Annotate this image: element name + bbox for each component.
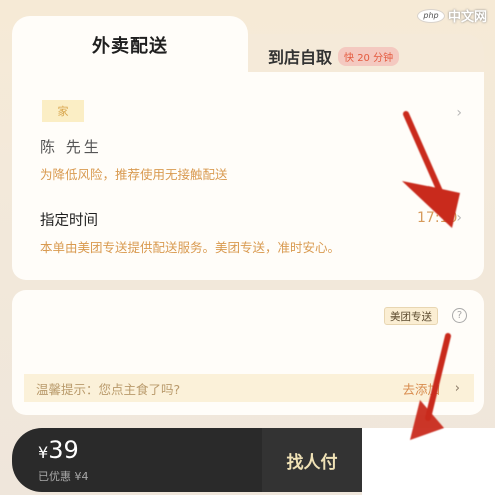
delivery-service-note: 本单由美团专送提供配送服务。美团专送，准时安心。 <box>40 240 341 255</box>
currency-symbol: ¥ <box>38 443 49 462</box>
total-price: ¥39 <box>38 436 79 464</box>
tab-pickup-label: 到店自取 <box>268 48 333 67</box>
delivery-mode-tabs: 到店自取 快 20 分钟 外卖配送 <box>12 16 484 92</box>
price-value: 39 <box>48 436 79 464</box>
help-icon[interactable]: ? <box>452 308 467 323</box>
watermark-logo: php <box>416 8 445 23</box>
tab-delivery-label: 外卖配送 <box>92 36 168 57</box>
address-tag: 家 <box>42 100 84 122</box>
pickup-speed-badge: 快 20 分钟 <box>338 46 400 66</box>
reminder-chevron-icon: › <box>454 380 460 396</box>
watermark-text: 中文网 <box>447 10 487 25</box>
ask-friend-pay-button[interactable]: 找人付 <box>262 428 362 492</box>
delivery-brand-badge: 美团专送 <box>384 307 438 325</box>
add-staple-link[interactable]: 去添加 <box>402 379 440 398</box>
reminder-text: 温馨提示：您点主食了吗? <box>36 381 181 397</box>
address-chevron-icon[interactable]: › <box>456 105 462 121</box>
schedule-chevron-icon[interactable]: › <box>456 210 462 226</box>
staple-food-reminder[interactable]: 温馨提示：您点主食了吗? 去添加 › <box>24 374 474 402</box>
recipient-name[interactable]: 陈 先生 <box>40 136 102 157</box>
tab-delivery[interactable]: 外卖配送 <box>12 16 248 80</box>
watermark: php 中文网 <box>416 6 487 25</box>
contactless-tip: 为降低风险，推荐使用无接触配送 <box>40 167 228 182</box>
checkout-right-area <box>362 428 495 495</box>
address-card: 家 › 陈 先生 为降低风险，推荐使用无接触配送 指定时间 17:10 › 本单… <box>12 72 484 280</box>
schedule-time-label: 指定时间 <box>40 213 98 229</box>
schedule-time-value[interactable]: 17:10 <box>417 210 457 226</box>
discount-amount: 已优惠 ¥4 <box>38 470 89 483</box>
